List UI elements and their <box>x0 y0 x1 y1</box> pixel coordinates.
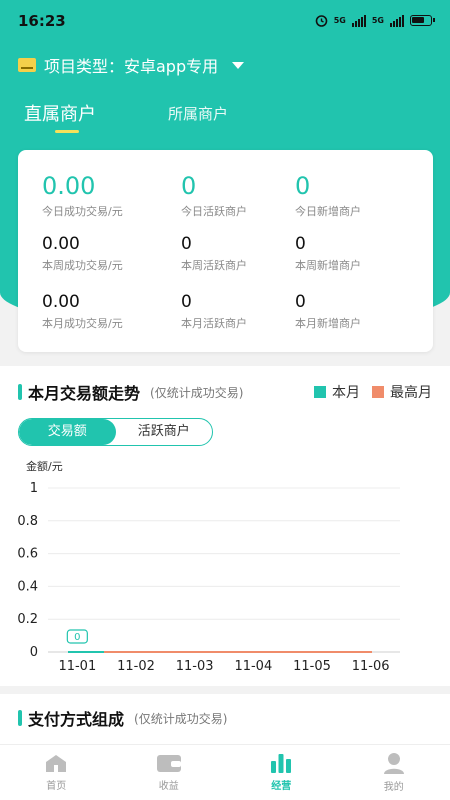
network-label-2: 5G <box>371 15 384 25</box>
chart-metric-toggle: 交易额 活跃商户 <box>18 418 213 446</box>
legend-swatch-max <box>372 386 384 398</box>
stat-value: 0.00 <box>42 172 96 200</box>
data-label: 0 <box>74 632 80 643</box>
merchant-tabs: 直属商户 所属商户 <box>0 92 450 138</box>
battery-icon <box>410 15 435 26</box>
stat-value: 0 <box>295 172 311 200</box>
network-label-1: 5G <box>333 15 346 25</box>
stat-label: 今日成功交易/元 <box>42 205 123 218</box>
legend-label-current: 本月 <box>332 385 360 401</box>
stat-today-new-merchants: 0 今日新增商户 <box>295 172 361 219</box>
y-axis-label: 金额/元 <box>26 459 63 473</box>
signal-icon <box>390 14 404 27</box>
stat-value: 0 <box>181 172 197 200</box>
stat-value: 0 <box>181 292 192 312</box>
nav-label: 经营 <box>271 781 292 792</box>
trend-chart: 金额/元 1 0.8 0.6 0.4 0.2 0 11-01 11-02 11-03 11-04 11… <box>17 459 400 674</box>
title-accent-bar <box>18 384 22 400</box>
stat-today-transactions: 0.00 今日成功交易/元 <box>42 172 123 219</box>
user-icon <box>383 753 404 774</box>
trend-subtitle: (仅统计成功交易) <box>150 385 244 400</box>
legend-swatch-current <box>314 386 326 398</box>
stat-label: 今日活跃商户 <box>181 205 247 218</box>
title-accent-bar <box>18 710 22 726</box>
x-tick-label: 11-05 <box>293 659 331 674</box>
stat-label: 本月活跃商户 <box>181 317 247 330</box>
nav-label: 首页 <box>46 781 67 792</box>
x-tick-label: 11-03 <box>176 659 214 674</box>
y-tick-label: 0 <box>30 645 38 660</box>
stat-week-new-merchants: 0 本周新增商户 <box>295 234 361 273</box>
stats-card: 0.00 今日成功交易/元 0 今日活跃商户 0 今日新增商户 0.00 本周成… <box>18 150 433 352</box>
project-type-selector[interactable]: 项目类型：安卓app专用 <box>18 52 245 78</box>
stat-value: 0.00 <box>42 234 80 254</box>
payment-subtitle: (仅统计成功交易) <box>134 711 228 726</box>
nav-home[interactable]: 首页 <box>0 745 113 800</box>
bottom-navigation: 首页 收益 经营 我的 <box>0 744 450 800</box>
stat-label: 本周成功交易/元 <box>42 259 123 272</box>
stat-month-active-merchants: 0 本月活跃商户 <box>181 292 247 331</box>
tab-affiliated-merchants[interactable]: 所属商户 <box>168 103 228 124</box>
tab-direct-merchants[interactable]: 直属商户 <box>24 100 96 126</box>
caret-down-icon <box>232 61 245 69</box>
nav-label: 收益 <box>158 781 179 792</box>
stat-value: 0 <box>295 234 306 254</box>
nav-me[interactable]: 我的 <box>338 745 450 800</box>
chart-legend: 本月 最高月 <box>314 382 432 402</box>
y-tick-label: 0.4 <box>17 579 38 594</box>
toggle-active-merchants[interactable]: 活跃商户 <box>116 419 213 445</box>
status-time: 16:23 <box>18 12 66 30</box>
trend-title: 本月交易额走势 <box>28 384 141 403</box>
wallet-icon <box>156 755 181 772</box>
x-tick-label: 11-02 <box>117 659 155 674</box>
nav-earnings[interactable]: 收益 <box>113 745 226 800</box>
payment-method-section: 支付方式组成 (仅统计成功交易) <box>0 694 450 746</box>
legend-label-max: 最高月 <box>390 385 432 401</box>
nav-business[interactable]: 经营 <box>225 745 338 800</box>
nav-label: 我的 <box>383 782 404 793</box>
stat-value: 0 <box>295 292 306 312</box>
x-tick-label: 11-01 <box>58 659 96 674</box>
y-tick-label: 0.6 <box>17 547 38 562</box>
trend-section-title: 本月交易额走势 (仅统计成功交易) <box>18 380 243 404</box>
y-tick-label: 1 <box>30 481 38 496</box>
stat-label: 本周新增商户 <box>295 259 361 272</box>
stat-value: 0.00 <box>42 292 80 312</box>
project-type-label: 项目类型：安卓app专用 <box>44 57 219 76</box>
payment-section-title: 支付方式组成 (仅统计成功交易) <box>18 706 227 730</box>
y-tick-label: 0.8 <box>17 514 38 529</box>
toggle-transaction-amount[interactable]: 交易额 <box>19 419 116 445</box>
status-icons: 5G 5G <box>315 14 435 27</box>
stat-week-transactions: 0.00 本周成功交易/元 <box>42 234 123 273</box>
home-icon <box>46 755 67 772</box>
stat-label: 本周活跃商户 <box>181 259 247 272</box>
alarm-icon <box>315 15 328 27</box>
stat-label: 今日新增商户 <box>295 205 361 218</box>
monthly-trend-section: 本月交易额走势 (仅统计成功交易) 本月 最高月 交易额 活跃商户 金额/元 1 0… <box>0 366 450 686</box>
signal-icon <box>351 14 366 27</box>
stat-month-new-merchants: 0 本月新增商户 <box>295 292 361 331</box>
stat-today-active-merchants: 0 今日活跃商户 <box>181 172 247 219</box>
payment-title: 支付方式组成 <box>28 710 125 729</box>
stat-label: 本月成功交易/元 <box>42 317 123 330</box>
x-tick-label: 11-06 <box>352 659 390 674</box>
bar-chart-icon <box>271 754 292 773</box>
x-tick-label: 11-04 <box>234 659 272 674</box>
status-bar: 16:23 5G 5G <box>0 0 450 44</box>
active-tab-indicator <box>55 130 79 133</box>
stat-week-active-merchants: 0 本周活跃商户 <box>181 234 247 273</box>
stat-value: 0 <box>181 234 192 254</box>
stat-label: 本月新增商户 <box>295 317 361 330</box>
folder-icon <box>18 58 36 72</box>
y-tick-label: 0.2 <box>17 612 38 627</box>
stat-month-transactions: 0.00 本月成功交易/元 <box>42 292 123 331</box>
